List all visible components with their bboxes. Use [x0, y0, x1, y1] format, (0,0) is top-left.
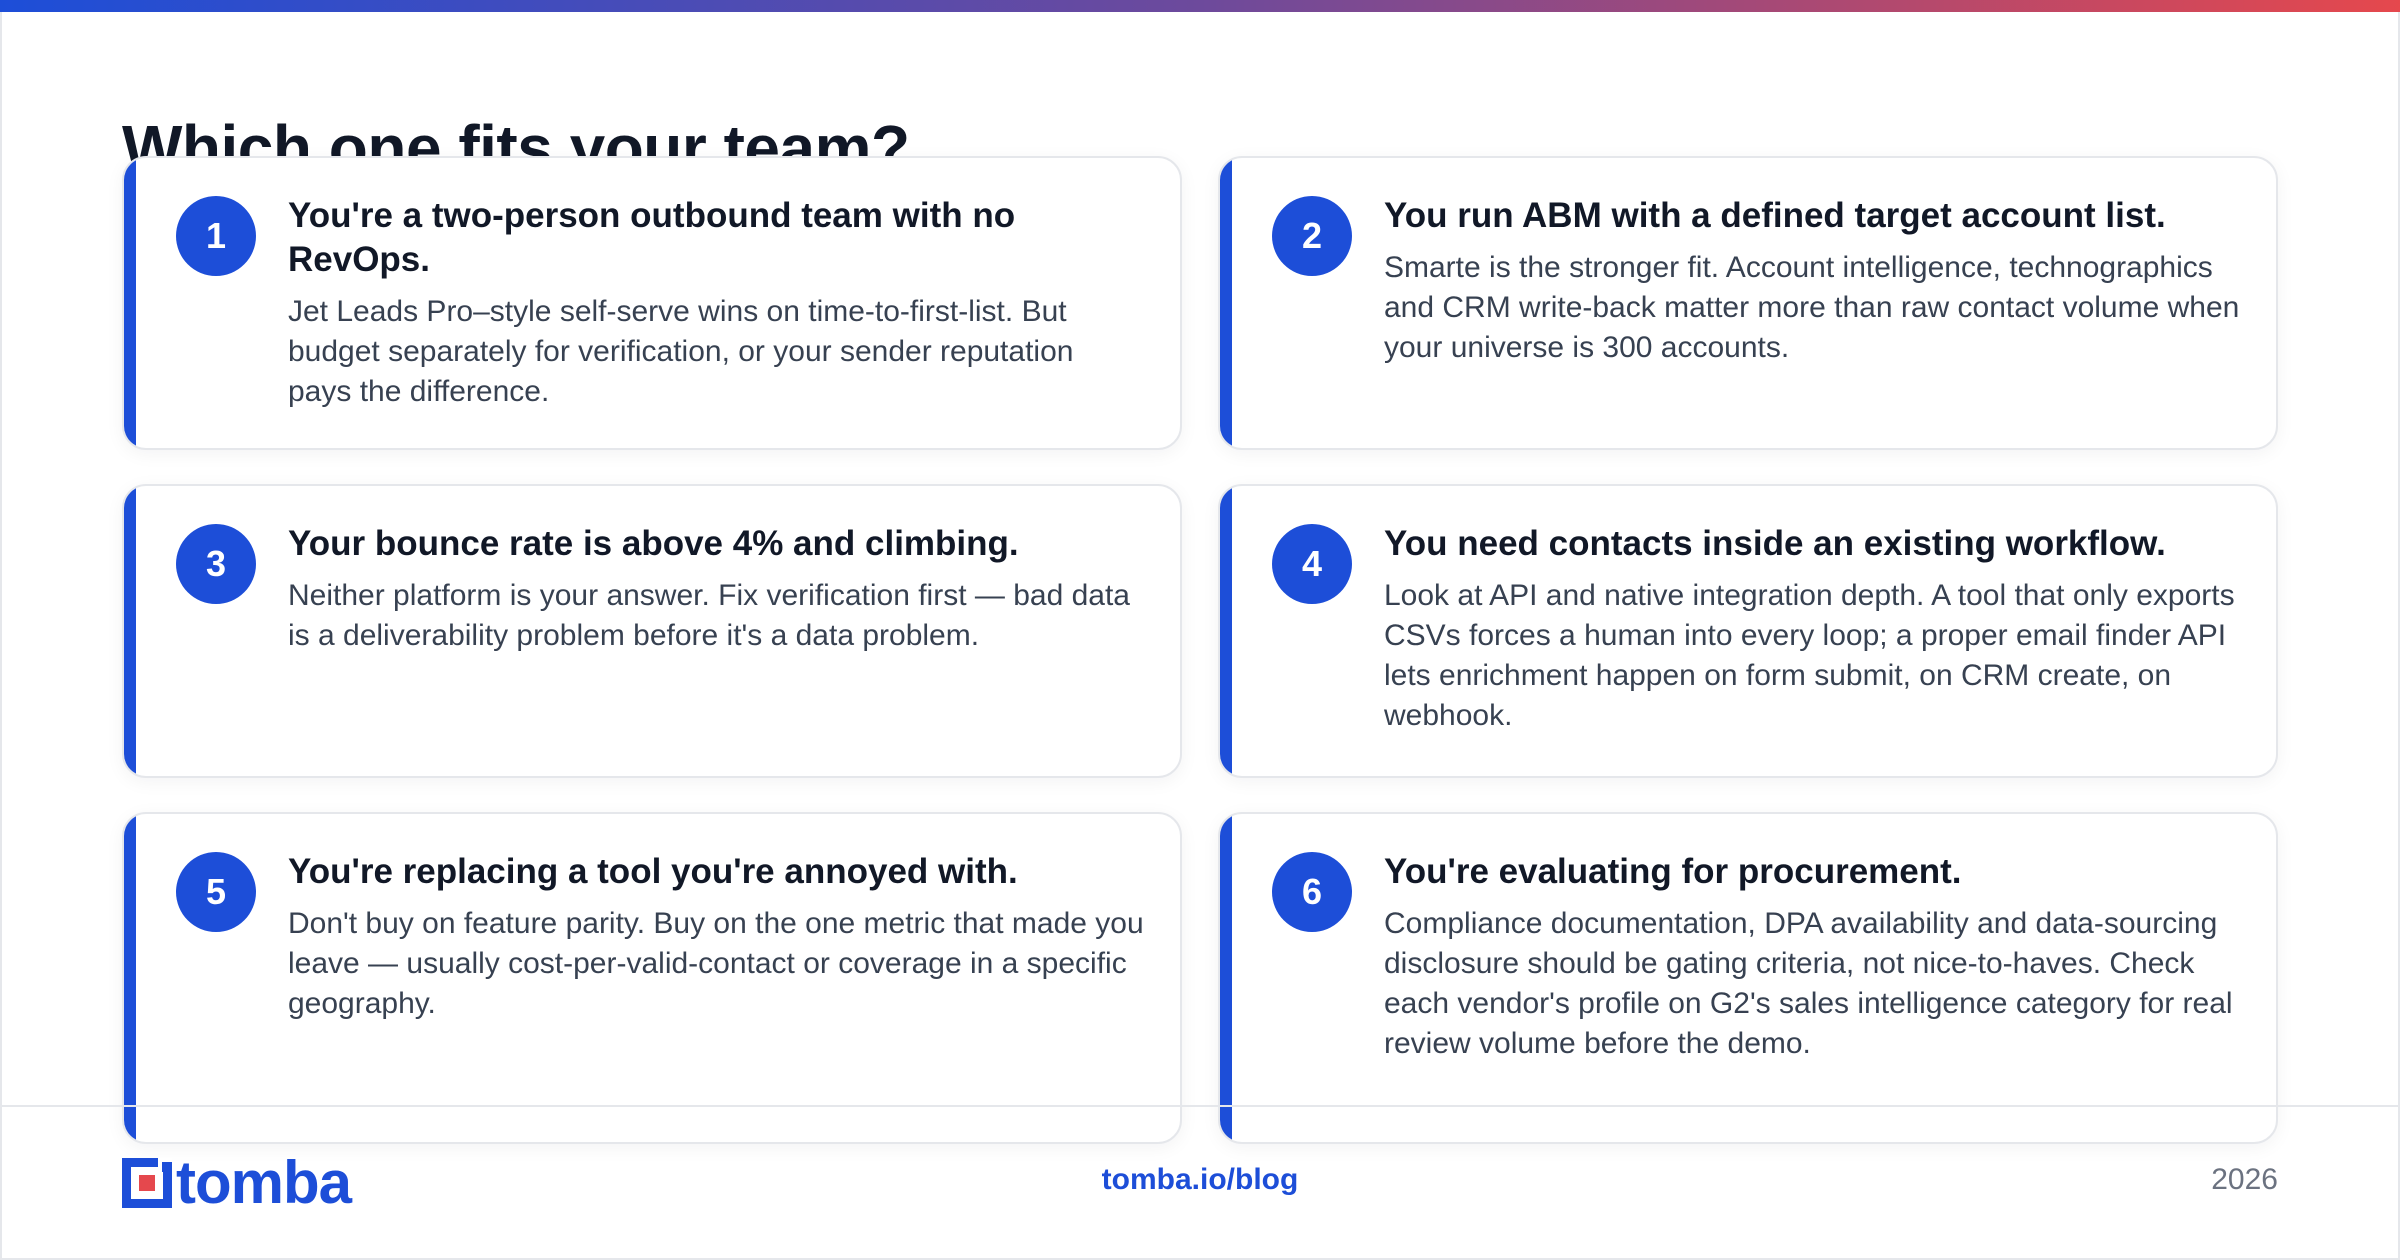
card-content: You're replacing a tool you're annoyed w…	[288, 850, 1144, 1024]
card-4: 4 You need contacts inside an existing w…	[1218, 484, 2278, 778]
card-body: Look at API and native integration depth…	[1384, 579, 2235, 732]
footer-divider	[0, 1105, 2400, 1107]
card-number-badge: 3	[176, 524, 256, 604]
card-title: You're a two-person outbound team with n…	[288, 196, 1016, 279]
card-content: Your bounce rate is above 4% and climbin…	[288, 522, 1144, 656]
card-6: 6 You're evaluating for procurement. Com…	[1218, 812, 2278, 1144]
card-body: Don't buy on feature parity. Buy on the …	[288, 907, 1144, 1020]
card-number-badge: 4	[1272, 524, 1352, 604]
footer-year: 2026	[2211, 1163, 2278, 1196]
cards-grid: 1 You're a two-person outbound team with…	[122, 156, 2278, 1144]
card-content: You're evaluating for procurement. Compl…	[1384, 850, 2240, 1064]
card-content: You need contacts inside an existing wor…	[1384, 522, 2240, 736]
card-number-badge: 1	[176, 196, 256, 276]
card-body: Jet Leads Pro–style self-serve wins on t…	[288, 295, 1074, 408]
card-number-badge: 5	[176, 852, 256, 932]
card-body: Smarte is the stronger fit. Account inte…	[1384, 251, 2240, 364]
card-title: You run ABM with a defined target accoun…	[1384, 196, 2166, 235]
top-gradient-bar	[0, 0, 2400, 12]
card-5: 5 You're replacing a tool you're annoyed…	[122, 812, 1182, 1144]
card-title: You need contacts inside an existing wor…	[1384, 524, 2166, 563]
card-content: You're a two-person outbound team with n…	[288, 194, 1144, 412]
card-body: Neither platform is your answer. Fix ver…	[288, 579, 1130, 652]
card-title: You're replacing a tool you're annoyed w…	[288, 852, 1018, 891]
card-title: You're evaluating for procurement.	[1384, 852, 1962, 891]
card-number-badge: 6	[1272, 852, 1352, 932]
blog-link[interactable]: tomba.io/blog	[122, 1163, 2278, 1197]
card-number-badge: 2	[1272, 196, 1352, 276]
card-content: You run ABM with a defined target accoun…	[1384, 194, 2240, 368]
card-2: 2 You run ABM with a defined target acco…	[1218, 156, 2278, 450]
footer: tomba tomba.io/blog 2026	[122, 1153, 2278, 1213]
card-title: Your bounce rate is above 4% and climbin…	[288, 524, 1019, 563]
card-3: 3 Your bounce rate is above 4% and climb…	[122, 484, 1182, 778]
card-body: Compliance documentation, DPA availabili…	[1384, 907, 2233, 1060]
card-1: 1 You're a two-person outbound team with…	[122, 156, 1182, 450]
